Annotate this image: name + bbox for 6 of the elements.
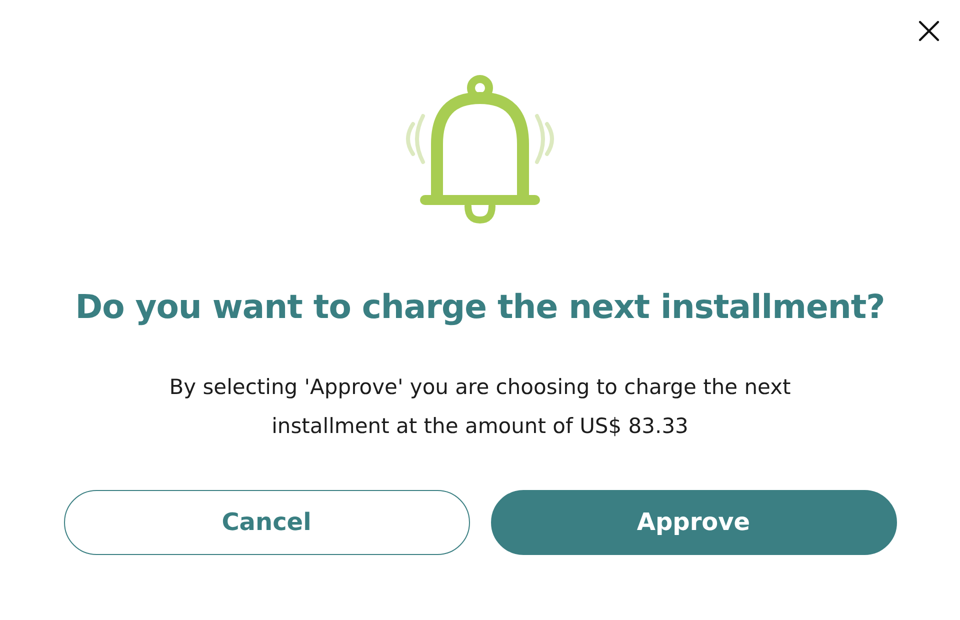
cancel-button[interactable]: Cancel xyxy=(64,490,470,554)
close-icon xyxy=(918,20,940,42)
close-button[interactable] xyxy=(916,18,942,44)
approve-button[interactable]: Approve xyxy=(490,490,896,554)
dialog-message: By selecting 'Approve' you are choosing to charge the next installment at the amount of US$ 83.33 xyxy=(168,374,792,440)
dialog-title: Do you want to charge the next installment? xyxy=(75,286,885,328)
